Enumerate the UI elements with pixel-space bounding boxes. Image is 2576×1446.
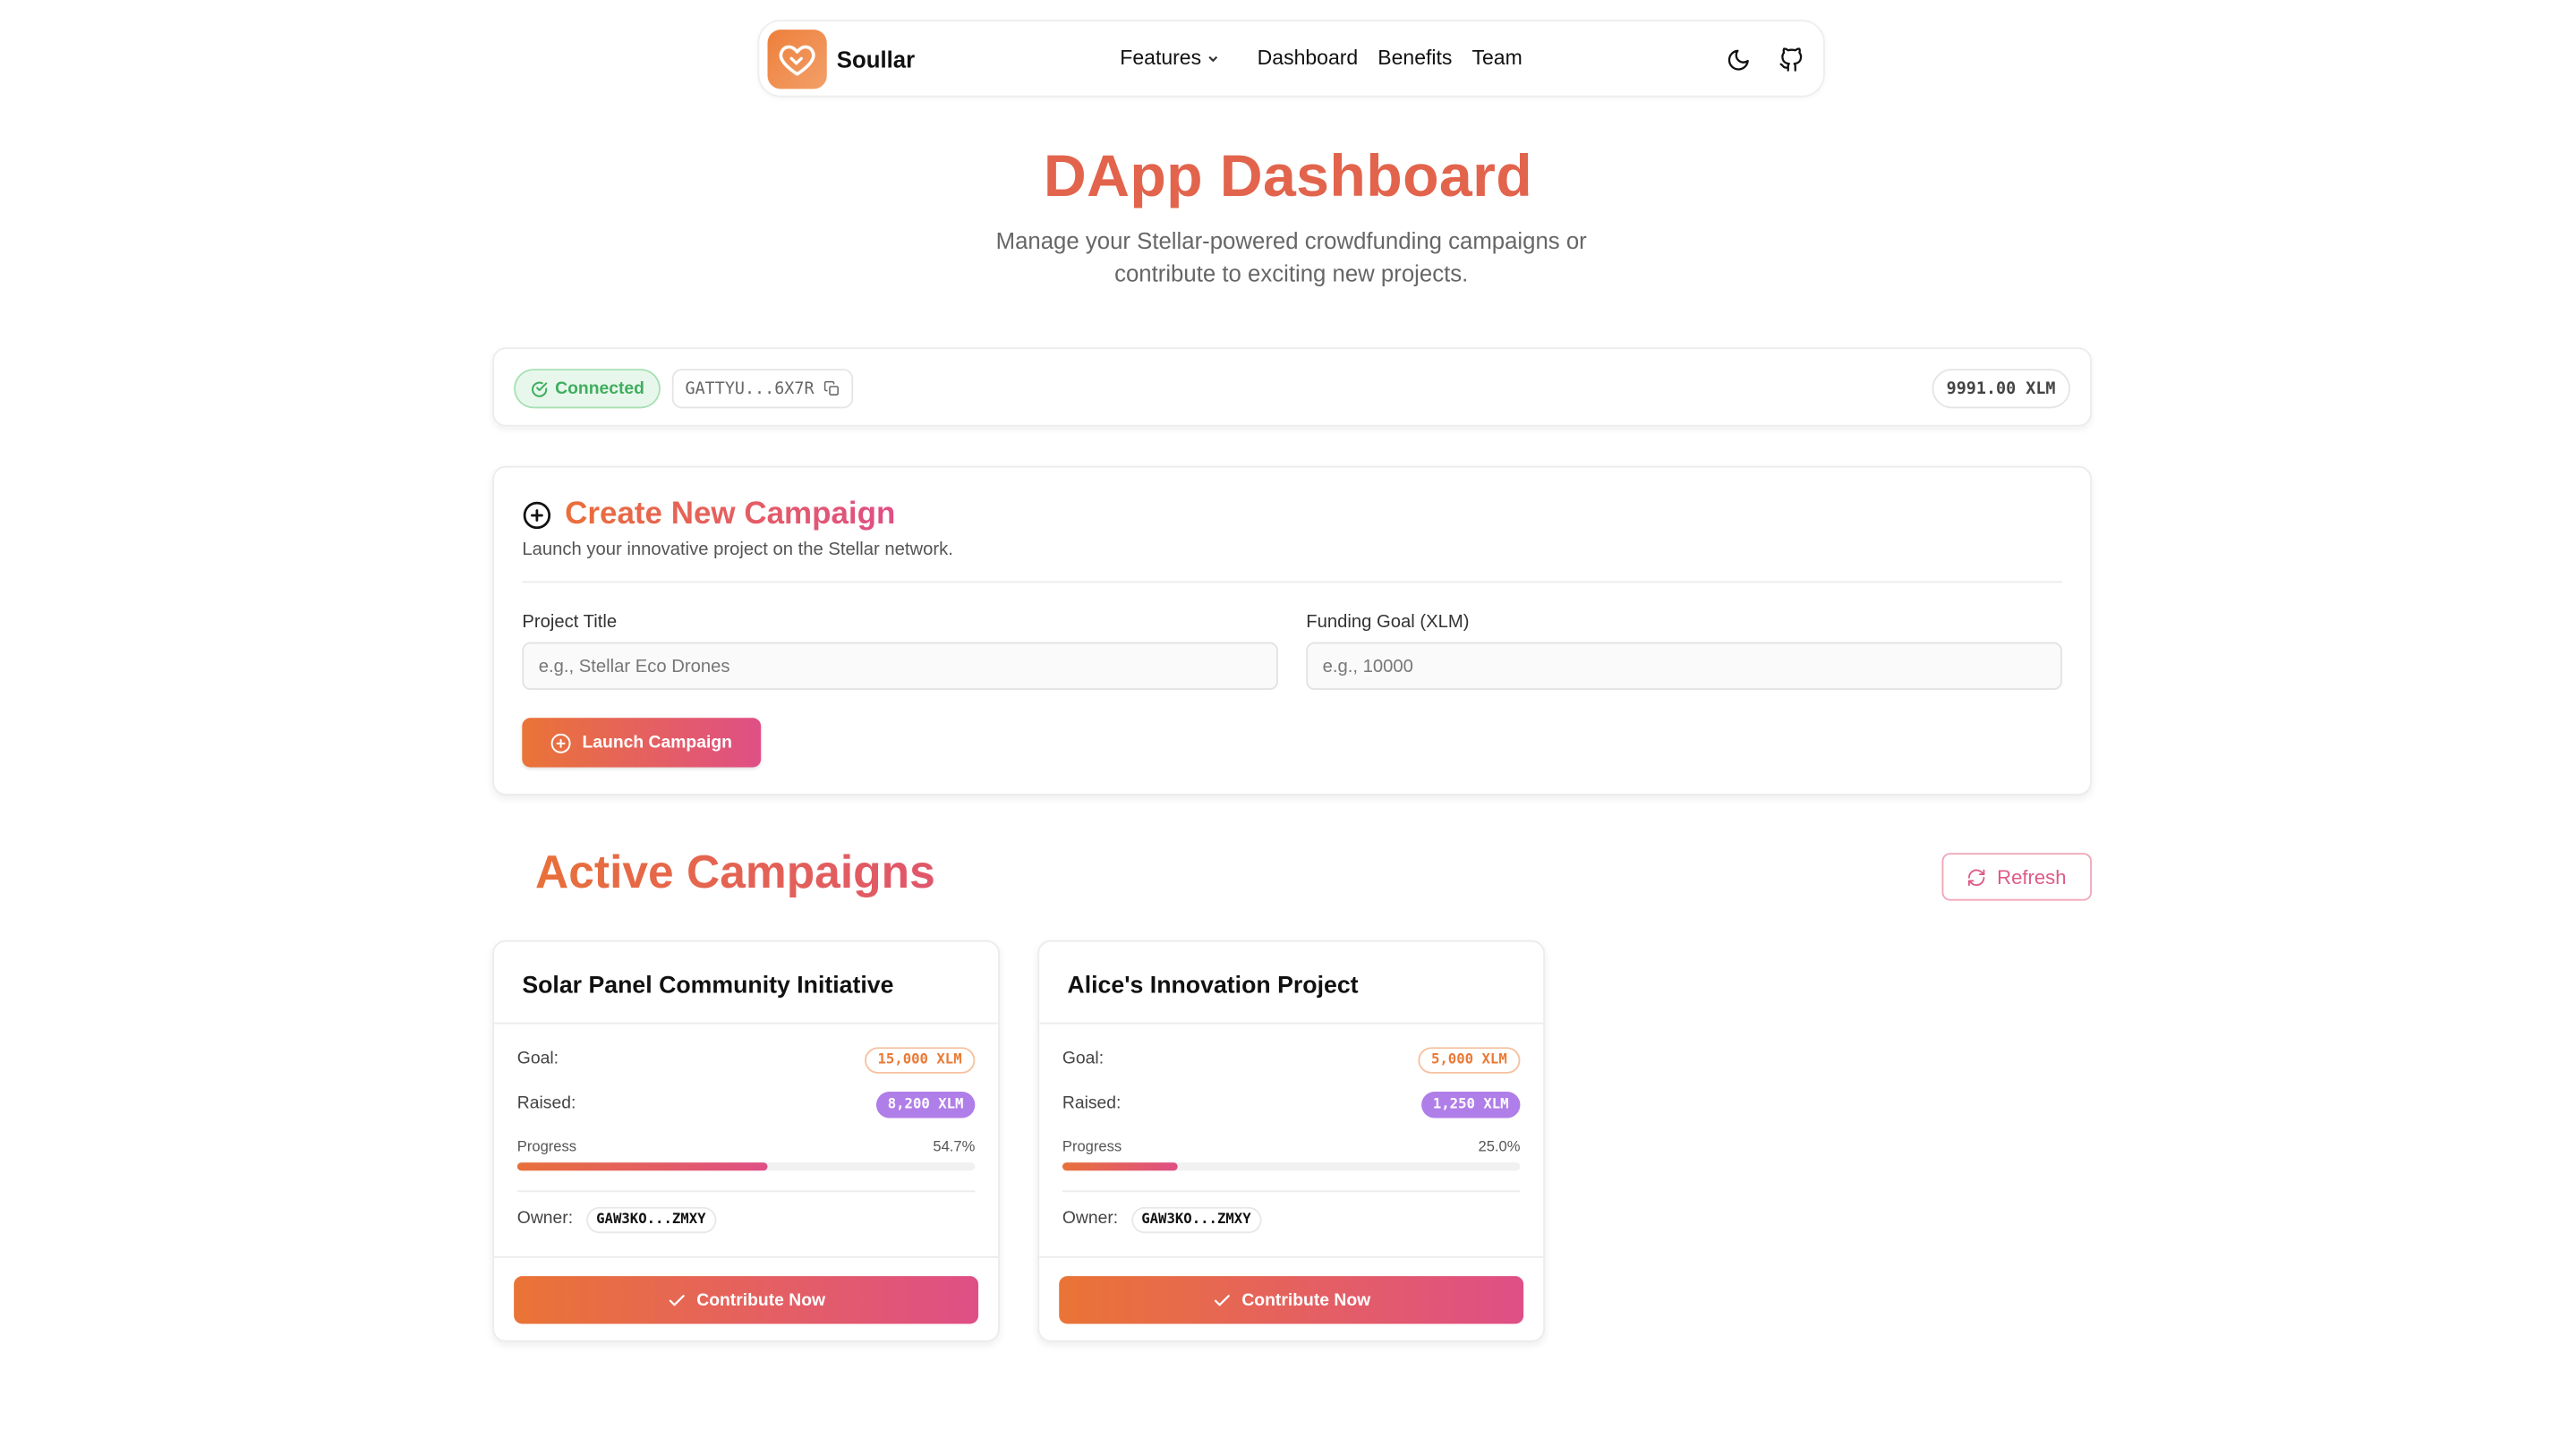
- progress-bar: [1062, 1162, 1521, 1171]
- check-circle-icon: [531, 379, 549, 397]
- create-campaign-card: Create New Campaign Launch your innovati…: [492, 465, 2092, 795]
- nav-link-team[interactable]: Team: [1471, 47, 1522, 70]
- divider: [494, 1256, 999, 1258]
- owner-label: Owner:: [1062, 1208, 1119, 1229]
- refresh-icon: [1967, 867, 1987, 887]
- funding-goal-label: Funding Goal (XLM): [1306, 612, 1470, 633]
- brand-name[interactable]: Soullar: [837, 47, 915, 72]
- nav-link-features[interactable]: Features: [1120, 46, 1222, 70]
- wallet-balance: 9991.00 XLM: [1932, 369, 2071, 409]
- goal-label: Goal:: [1062, 1049, 1105, 1069]
- active-campaigns-title: Active Campaigns: [535, 846, 935, 897]
- owner-label: Owner:: [516, 1208, 574, 1229]
- progress-percent: 25.0%: [1478, 1137, 1521, 1154]
- contribute-button[interactable]: Contribute Now: [1059, 1276, 1524, 1324]
- progress-fill: [1062, 1162, 1177, 1171]
- progress-label: Progress: [516, 1137, 577, 1154]
- wallet-address[interactable]: GATTYU...6X7R: [671, 369, 854, 409]
- project-title-label: Project Title: [522, 612, 618, 633]
- progress-fill: [516, 1162, 768, 1171]
- connected-label: Connected: [555, 379, 644, 399]
- nav-link-benefits[interactable]: Benefits: [1378, 47, 1452, 70]
- divider: [522, 581, 2062, 583]
- nav-links: Features Dashboard Benefits Team: [1120, 47, 1542, 70]
- owner-address: GAW3KO...ZMXY: [1131, 1206, 1261, 1234]
- logo-icon[interactable]: [767, 30, 827, 89]
- progress-percent: 54.7%: [933, 1137, 976, 1154]
- raised-badge: 1,250 XLM: [1420, 1092, 1521, 1119]
- divider: [516, 1190, 976, 1193]
- moon-icon[interactable]: [1721, 43, 1754, 76]
- funding-goal-input[interactable]: [1306, 642, 2062, 691]
- copy-icon[interactable]: [824, 380, 840, 396]
- plus-circle-icon: [522, 500, 551, 538]
- divider: [494, 1022, 999, 1025]
- wallet-address-text: GATTYU...6X7R: [685, 379, 815, 398]
- page-title: DApp Dashboard: [1043, 141, 1533, 209]
- launch-campaign-button[interactable]: Launch Campaign: [522, 718, 762, 768]
- goal-label: Goal:: [516, 1049, 559, 1069]
- campaign-title: Solar Panel Community Initiative: [522, 973, 894, 999]
- raised-label: Raised:: [516, 1093, 576, 1113]
- raised-label: Raised:: [1062, 1093, 1122, 1113]
- contribute-label: Contribute Now: [696, 1289, 826, 1310]
- create-campaign-description: Launch your innovative project on the St…: [522, 540, 953, 560]
- campaign-title: Alice's Innovation Project: [1067, 973, 1359, 999]
- contribute-button[interactable]: Contribute Now: [514, 1276, 979, 1324]
- nav-link-dashboard[interactable]: Dashboard: [1258, 47, 1359, 70]
- plus-circle-icon: [551, 732, 573, 753]
- connected-badge: Connected: [514, 369, 661, 409]
- refresh-button[interactable]: Refresh: [1941, 853, 2092, 901]
- create-campaign-title: Create New Campaign: [565, 497, 896, 532]
- divider: [1062, 1190, 1521, 1193]
- check-icon: [667, 1290, 687, 1310]
- campaign-card: Alice's Innovation Project Goal: 5,000 X…: [1037, 940, 1546, 1342]
- launch-campaign-label: Launch Campaign: [582, 732, 732, 753]
- page-subtitle: Manage your Stellar-powered crowdfunding…: [995, 226, 1587, 287]
- nav-link-features-label: Features: [1120, 46, 1202, 70]
- check-icon: [1212, 1290, 1232, 1310]
- raised-badge: 8,200 XLM: [875, 1092, 976, 1119]
- wallet-bar: Connected GATTYU...6X7R 9991.00 XLM: [492, 347, 2092, 427]
- chevron-down-icon: [1207, 50, 1222, 65]
- goal-badge: 15,000 XLM: [864, 1047, 976, 1074]
- progress-label: Progress: [1062, 1137, 1122, 1154]
- divider: [1039, 1256, 1544, 1258]
- page: Soullar Features Dashboard Benefits Team…: [0, 0, 2576, 1444]
- progress-bar: [516, 1162, 976, 1171]
- contribute-label: Contribute Now: [1241, 1289, 1371, 1310]
- refresh-label: Refresh: [1997, 865, 2067, 889]
- top-nav: Soullar Features Dashboard Benefits Team: [757, 20, 1825, 98]
- project-title-input[interactable]: [522, 642, 1278, 691]
- github-icon[interactable]: [1774, 43, 1807, 76]
- campaign-card: Solar Panel Community Initiative Goal: 1…: [492, 940, 1000, 1342]
- divider: [1039, 1022, 1544, 1025]
- owner-address: GAW3KO...ZMXY: [586, 1206, 716, 1234]
- goal-badge: 5,000 XLM: [1418, 1047, 1521, 1074]
